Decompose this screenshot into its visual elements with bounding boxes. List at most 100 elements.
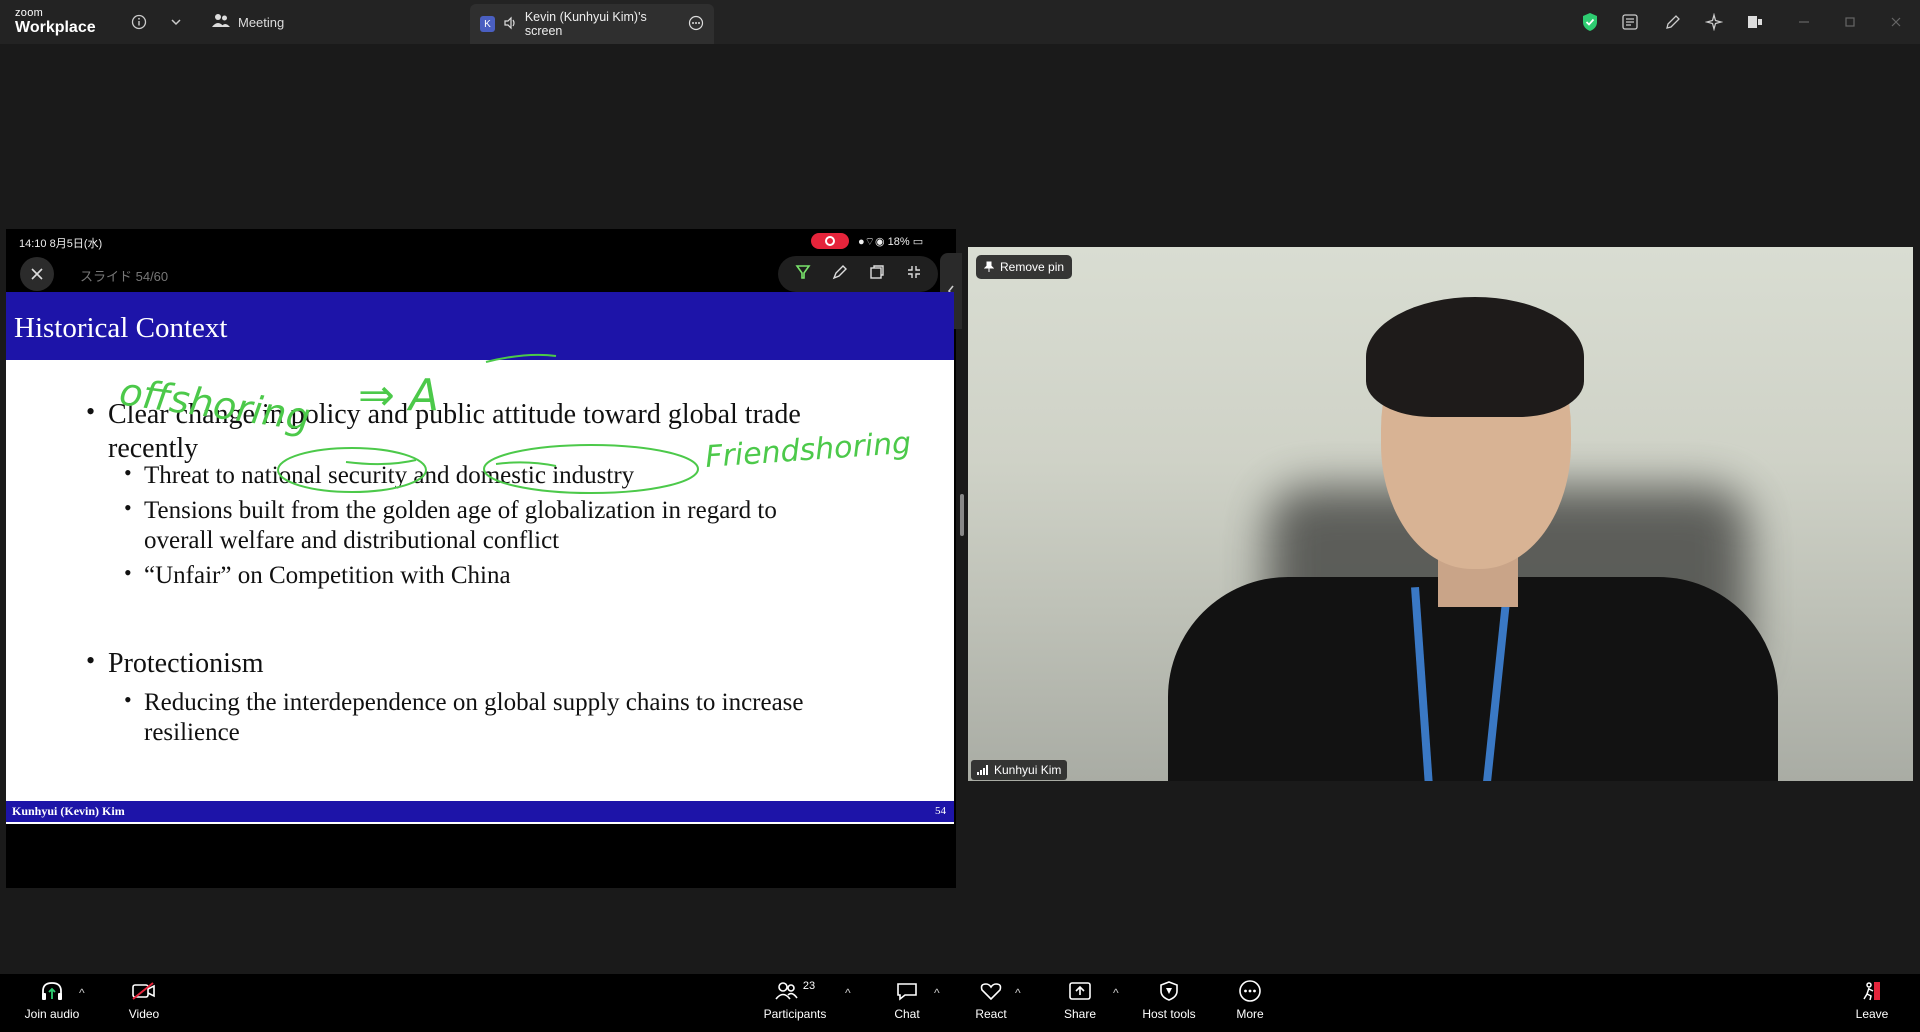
- sub-bullet-text: Reducing the interdependence on global s…: [144, 689, 804, 716]
- chat-button[interactable]: Chat: [890, 978, 924, 1028]
- apps-icon[interactable]: [1743, 10, 1767, 34]
- sub-bullet-dot: •: [124, 560, 132, 585]
- host-tools-shield-icon: [1158, 978, 1180, 1004]
- footer-author: Kunhyui (Kevin) Kim: [12, 804, 125, 818]
- security-shield-icon[interactable]: [1578, 10, 1602, 34]
- sub-bullet-text: resilience: [144, 719, 240, 746]
- heart-icon: [979, 978, 1003, 1004]
- presentation-slide: Historical Context • Clear change in pol…: [6, 292, 954, 824]
- share-tab-label: Kevin (Kunhyui Kim)'s screen: [524, 10, 647, 38]
- more-label: More: [1236, 1007, 1264, 1021]
- remove-pin-button[interactable]: Remove pin: [976, 255, 1073, 279]
- speaker-icon: [503, 16, 517, 33]
- shared-screen: 14:10 8月5日(水) ●⌔◉ 18% ▭ スライド 54/60 Histo…: [6, 229, 962, 888]
- info-icon[interactable]: [127, 10, 151, 34]
- leave-door-icon: [1860, 978, 1884, 1004]
- maximize-window-icon[interactable]: [1838, 10, 1862, 34]
- slideshow-toolbar: スライド 54/60: [6, 253, 956, 292]
- video-label: Video: [128, 1007, 160, 1021]
- meeting-tab[interactable]: Meeting: [212, 10, 284, 34]
- more-button[interactable]: More: [1235, 978, 1265, 1028]
- bullet-text: Protectionism: [108, 648, 264, 679]
- close-icon: [31, 268, 43, 280]
- video-off-icon: [131, 978, 157, 1004]
- meeting-tab-label: Meeting: [238, 14, 285, 30]
- share-button[interactable]: Share: [1063, 978, 1097, 1028]
- slide-counter: スライド 54/60: [80, 269, 169, 284]
- title-bar: zoom Workplace Meeting K Kevin (Kunhyui …: [0, 0, 1920, 44]
- participant-name: Kunhyui Kim: [994, 763, 1062, 777]
- sub-bullet-text: “Unfair” on Competition with China: [144, 562, 511, 589]
- participant-name-tag: Kunhyui Kim: [971, 760, 1068, 780]
- pin-icon: [984, 261, 994, 272]
- meeting-participants-icon: [212, 13, 230, 32]
- bullet-dot: •: [86, 397, 96, 426]
- close-slideshow-button[interactable]: [20, 257, 54, 291]
- sub-bullet-dot: •: [124, 687, 132, 712]
- meeting-controls-toolbar: Join audio ^ Video 23 Participants ^ Cha…: [0, 974, 1920, 1032]
- annotation-tools: [778, 256, 938, 292]
- participants-label: Participants: [763, 1007, 827, 1021]
- host-tools-label: Host tools: [1142, 1007, 1196, 1021]
- bullet-text: Clear change in policy and public attitu…: [108, 399, 801, 430]
- react-options-caret-icon[interactable]: ^: [1015, 986, 1021, 1000]
- participants-options-caret-icon[interactable]: ^: [845, 986, 851, 1000]
- host-tools-button[interactable]: Host tools: [1140, 978, 1198, 1028]
- zoom-workplace-logo: zoom Workplace: [15, 8, 96, 36]
- participants-button[interactable]: 23 Participants: [762, 978, 828, 1028]
- ai-companion-icon[interactable]: [1702, 10, 1726, 34]
- leave-button[interactable]: Leave: [1855, 978, 1889, 1028]
- share-label: Share: [1063, 1007, 1097, 1021]
- footer-page-number: 54: [935, 805, 946, 817]
- join-audio-button[interactable]: Join audio: [22, 978, 82, 1028]
- bullet-dot: •: [86, 646, 96, 675]
- participants-icon: 23: [775, 978, 815, 1004]
- device-battery: ●⌔◉ 18% ▭: [858, 236, 924, 248]
- share-options-caret-icon[interactable]: ^: [1113, 986, 1119, 1000]
- remove-pin-label: Remove pin: [1000, 260, 1065, 274]
- slide-header: Historical Context: [6, 292, 954, 360]
- sub-bullet-dot: •: [124, 495, 132, 520]
- signal-strength-icon: [977, 765, 988, 775]
- copy-slide-icon[interactable]: [869, 264, 885, 284]
- split-resize-handle[interactable]: [960, 494, 964, 536]
- share-screen-icon: [1068, 978, 1092, 1004]
- more-icon: [1238, 978, 1262, 1004]
- slide-title: Historical Context: [14, 312, 228, 344]
- participant-body: [1168, 577, 1778, 781]
- screen-record-indicator: [811, 233, 849, 249]
- participants-count: 23: [802, 980, 816, 992]
- sub-bullet-text: Threat to national security and domestic…: [144, 462, 635, 489]
- close-window-icon[interactable]: [1884, 10, 1908, 34]
- exit-fullscreen-icon[interactable]: [906, 264, 922, 284]
- leave-label: Leave: [1855, 1007, 1889, 1021]
- sub-bullet-text: overall welfare and distributional confl…: [144, 527, 560, 554]
- more-options-icon[interactable]: [688, 15, 704, 34]
- participant-hair: [1366, 297, 1584, 417]
- pen-tool-icon[interactable]: [794, 264, 811, 284]
- join-audio-label: Join audio: [24, 1007, 80, 1021]
- chevron-down-icon[interactable]: [164, 10, 188, 34]
- sub-bullet-dot: •: [124, 460, 132, 485]
- device-time: 14:10 8月5日(水): [19, 238, 103, 250]
- slide-body: • Clear change in policy and public atti…: [6, 360, 954, 801]
- participant-video-tile[interactable]: Remove pin Kunhyui Kim: [968, 247, 1913, 781]
- logo-small-text: zoom: [15, 7, 44, 19]
- react-button[interactable]: React: [974, 978, 1008, 1028]
- notes-icon[interactable]: [1618, 10, 1642, 34]
- shared-screen-tab[interactable]: K Kevin (Kunhyui Kim)'s screen: [470, 4, 714, 44]
- headphones-icon: [40, 978, 64, 1004]
- audio-options-caret-icon[interactable]: ^: [79, 986, 85, 1000]
- meeting-stage: 14:10 8月5日(水) ●⌔◉ 18% ▭ スライド 54/60 Histo…: [0, 44, 1920, 974]
- sub-bullet-text: Tensions built from the golden age of gl…: [144, 497, 777, 524]
- chat-label: Chat: [894, 1007, 920, 1021]
- share-tab-avatar: K: [480, 16, 495, 32]
- chat-icon: [895, 978, 919, 1004]
- marker-tool-icon[interactable]: [832, 264, 848, 284]
- video-button[interactable]: Video: [124, 978, 164, 1028]
- minimize-window-icon[interactable]: [1792, 10, 1816, 34]
- whiteboard-pen-icon[interactable]: [1661, 10, 1685, 34]
- chat-options-caret-icon[interactable]: ^: [934, 986, 940, 1000]
- slide-footer: Kunhyui (Kevin) Kim 54: [6, 801, 954, 822]
- battery-percent: 18%: [887, 236, 910, 248]
